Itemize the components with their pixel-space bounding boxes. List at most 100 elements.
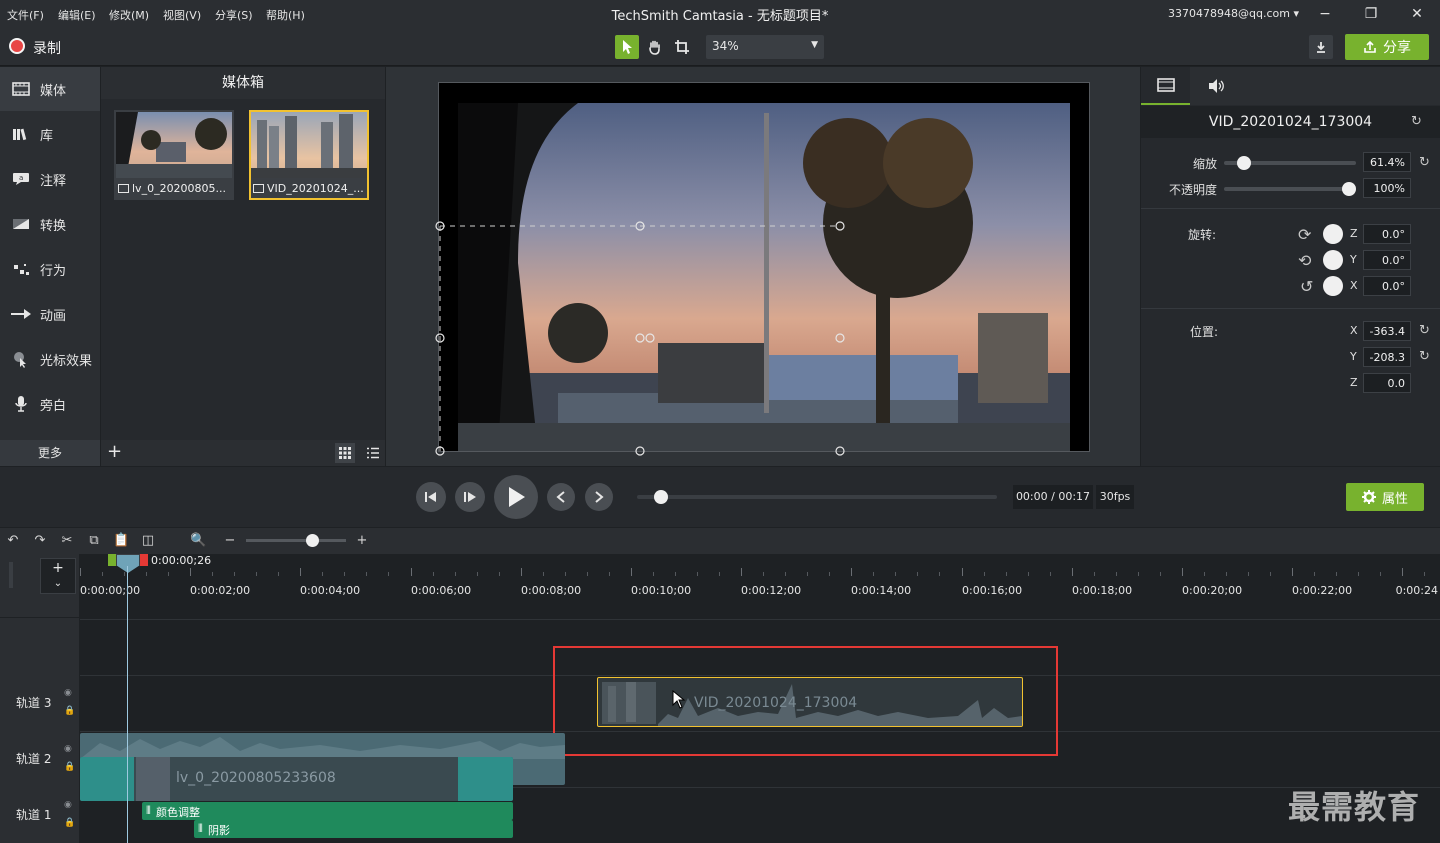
scale-label: 缩放 [1192, 157, 1217, 171]
crop-tool-button[interactable] [670, 35, 694, 59]
opacity-slider-knob[interactable] [1342, 182, 1356, 196]
media-clip[interactable]: lv_0_20200805233608 [80, 757, 513, 801]
playback-scrubber[interactable] [637, 495, 997, 499]
scale-slider-knob[interactable] [1237, 156, 1251, 170]
effect-bar[interactable]: ⦀ 阴影 [194, 820, 513, 838]
pan-tool-button[interactable] [643, 35, 667, 59]
reset-icon[interactable]: ↻ [1419, 323, 1430, 338]
scale-field[interactable]: 61.4% [1363, 152, 1411, 172]
download-button[interactable] [1309, 35, 1333, 59]
rotation-x-dial[interactable] [1323, 276, 1343, 296]
timeline-zoom-slider[interactable] [246, 539, 346, 542]
add-track-button[interactable]: + [41, 559, 75, 577]
effect-bar[interactable]: ⦀ 颜色调整 [142, 802, 513, 820]
reset-icon[interactable]: ↻ [1419, 155, 1430, 170]
sidebar-item-transitions[interactable]: 转换 [0, 202, 100, 246]
ruler-tick-label: 0:00:22;00 [1292, 584, 1353, 597]
cut-icon[interactable]: ✂ [59, 533, 75, 549]
sidebar-item-annotations[interactable]: a 注释 [0, 157, 100, 201]
rotation-z-field[interactable]: 0.0° [1363, 224, 1411, 244]
title-bar: 文件(F) 编辑(E) 修改(M) 视图(V) 分享(S) 帮助(H) Tech… [0, 0, 1440, 28]
selection-handles[interactable] [430, 216, 850, 460]
play-button[interactable] [494, 475, 538, 519]
add-media-button[interactable]: + [107, 443, 122, 461]
sidebar-item-voice-narration[interactable]: 旁白 [0, 382, 100, 426]
track-2-label: 轨道 2 [16, 752, 52, 766]
redo-icon[interactable]: ↷ [32, 533, 48, 549]
eye-icon[interactable]: ◉ [64, 800, 72, 810]
sidebar-item-library[interactable]: 库 [0, 112, 100, 156]
in-point-marker[interactable] [108, 554, 116, 566]
playback-scrubber-knob[interactable] [654, 490, 668, 504]
eye-icon[interactable]: ◉ [64, 744, 72, 754]
copy-icon[interactable]: ⧉ [86, 533, 102, 549]
media-item[interactable]: VID_20201024_... [249, 110, 369, 200]
film-icon [1156, 78, 1175, 92]
record-button[interactable]: 录制 [33, 38, 61, 58]
grid-view-button[interactable] [335, 443, 355, 463]
step-back-button[interactable] [416, 482, 446, 512]
opacity-field[interactable]: 100% [1363, 178, 1411, 198]
undo-icon[interactable]: ↶ [5, 533, 21, 549]
chevron-right-icon [595, 491, 604, 503]
ruler-subtick [344, 572, 345, 576]
rotation-y-dial[interactable] [1323, 250, 1343, 270]
ruler-tick-label: 0:00:00;00 [80, 584, 141, 597]
lock-icon[interactable]: 🔒 [64, 762, 75, 772]
position-y-field[interactable]: -208.3 [1363, 347, 1411, 367]
reset-icon[interactable]: ↻ [1419, 349, 1430, 364]
properties-button[interactable]: 属性 [1346, 483, 1424, 511]
list-view-button[interactable] [363, 443, 383, 463]
ruler-subtick [256, 572, 257, 576]
ruler-subtick [388, 572, 389, 576]
tab-visual-properties[interactable] [1141, 67, 1190, 105]
minimize-button[interactable]: − [1313, 2, 1337, 26]
chevron-down-icon: ▼ [811, 40, 818, 50]
sidebar-item-cursor-effects[interactable]: 光标效果 [0, 337, 100, 381]
rotation-x-field[interactable]: 0.0° [1363, 276, 1411, 296]
account-label[interactable]: 3370478948@qq.com [1168, 7, 1290, 20]
timeline-zoom-knob[interactable] [306, 534, 319, 547]
restore-button[interactable]: ❐ [1359, 2, 1383, 26]
eye-icon[interactable]: ◉ [64, 688, 72, 698]
more-tools-button[interactable]: 更多 [0, 440, 100, 466]
zoom-select[interactable]: 34% ▼ [706, 35, 824, 59]
ruler-tick-label: 0:00:24 [1395, 584, 1438, 597]
record-icon[interactable] [9, 38, 25, 54]
previous-clip-button[interactable] [547, 483, 575, 511]
transition-end[interactable] [458, 757, 513, 801]
rotation-z-dial[interactable] [1323, 224, 1343, 244]
account-menu[interactable]: 3370478948@qq.com ▾ [1168, 7, 1299, 20]
out-point-marker[interactable] [140, 554, 148, 566]
track-height-slider[interactable] [9, 562, 13, 588]
transition-start[interactable] [80, 757, 134, 801]
position-x-field[interactable]: -363.4 [1363, 321, 1411, 341]
sidebar-item-label: 转换 [40, 218, 67, 234]
sidebar-item-media[interactable]: 媒体 [0, 67, 100, 111]
ruler-tick [851, 568, 852, 576]
paste-icon[interactable]: 📋 [113, 533, 129, 549]
zoom-out-button[interactable]: − [222, 533, 238, 549]
chevron-down-icon[interactable]: ⌄ [41, 577, 75, 591]
zoom-in-button[interactable]: + [354, 533, 370, 549]
split-icon[interactable]: ◫ [140, 533, 156, 549]
speaker-icon [1208, 79, 1224, 93]
share-button[interactable]: 分享 [1345, 34, 1429, 60]
sidebar-item-animations[interactable]: 动画 [0, 292, 100, 336]
reset-icon[interactable]: ↻ [1411, 114, 1422, 129]
lock-icon[interactable]: 🔒 [64, 706, 75, 716]
position-z-field[interactable]: 0.0 [1363, 373, 1411, 393]
opacity-slider[interactable] [1224, 187, 1356, 191]
step-forward-button[interactable] [455, 482, 485, 512]
tab-audio-properties[interactable] [1191, 67, 1240, 105]
close-button[interactable]: ✕ [1405, 2, 1429, 26]
select-tool-button[interactable] [615, 35, 639, 59]
media-item[interactable]: lv_0_20200805... [114, 110, 234, 200]
lock-icon[interactable]: 🔒 [64, 818, 75, 828]
rotation-y-field[interactable]: 0.0° [1363, 250, 1411, 270]
axis-label: Z [1350, 376, 1358, 389]
next-clip-button[interactable] [585, 483, 613, 511]
sidebar-item-behaviors[interactable]: 行为 [0, 247, 100, 291]
ruler-subtick [124, 572, 125, 576]
ruler-subtick [675, 572, 676, 576]
